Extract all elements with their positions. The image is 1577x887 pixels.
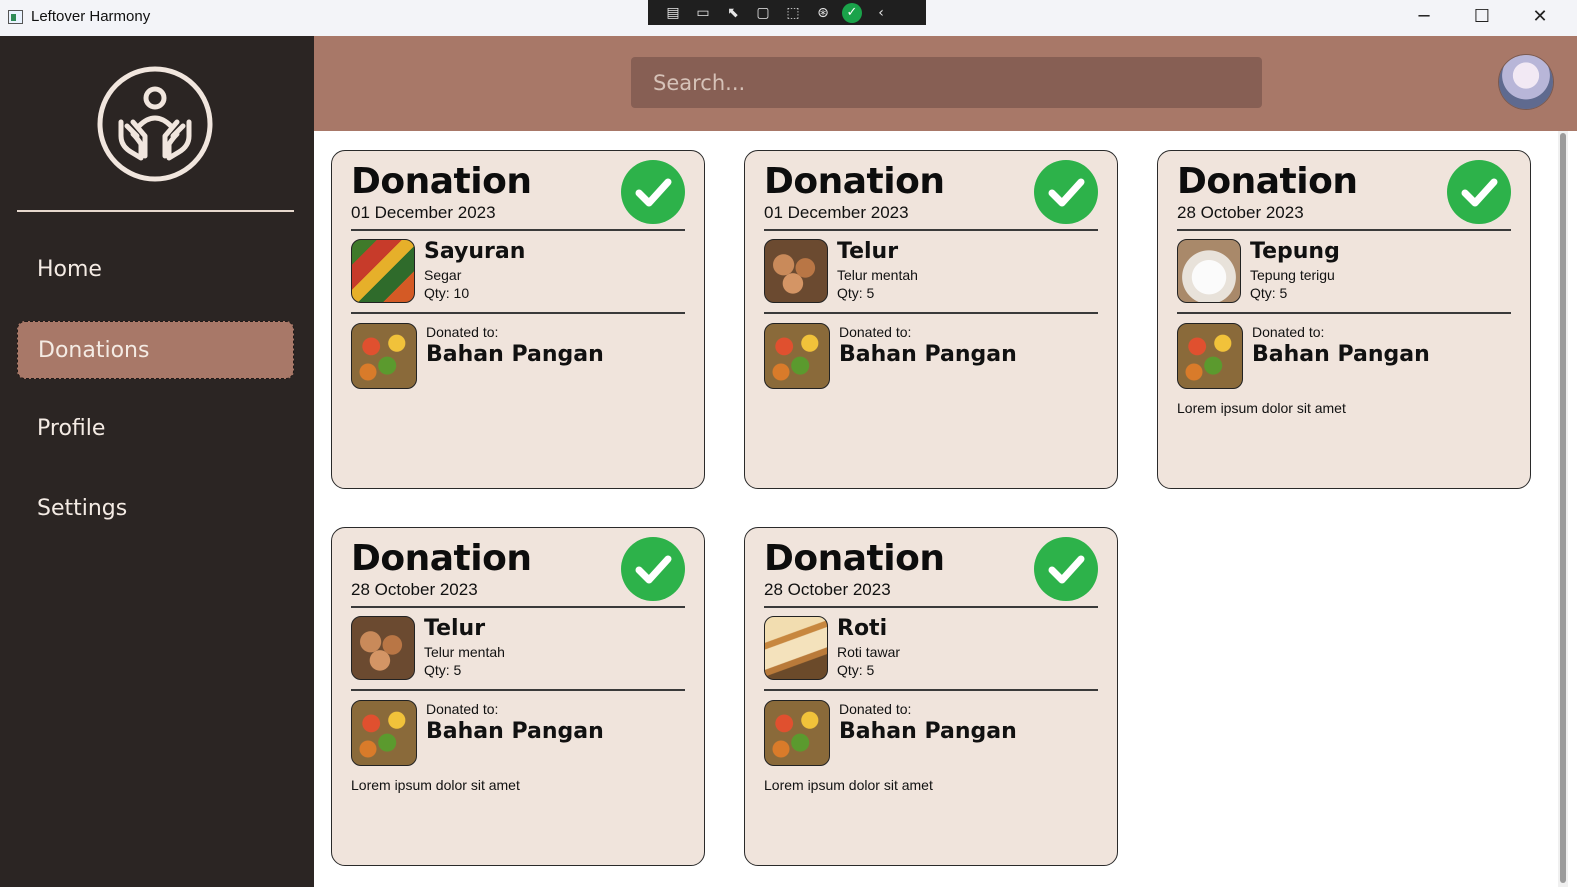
donations-grid: Donation 01 December 2023 Sayuran Segar … — [314, 131, 1577, 887]
donation-card-2[interactable]: Donation 01 December 2023 Telur Telur me… — [744, 150, 1118, 489]
sidebar-item-donations[interactable]: Donations — [17, 321, 294, 379]
card-title: Donation — [351, 538, 532, 579]
item-quantity: Qty: 10 — [424, 285, 470, 301]
card-divider — [1177, 229, 1511, 231]
card-title: Donation — [1177, 161, 1358, 202]
item-name: Roti — [837, 616, 888, 641]
check-circle-icon — [1034, 537, 1098, 601]
recipient-name: Bahan Pangan — [839, 342, 1017, 367]
recipient-image — [764, 323, 830, 389]
donation-card-4[interactable]: Donation 28 October 2023 Telur Telur men… — [331, 527, 705, 866]
hands-holding-person-icon — [97, 66, 213, 182]
donated-to-label: Donated to: — [426, 701, 499, 717]
donation-date: 01 December 2023 — [351, 203, 496, 222]
record-icon[interactable]: ▭ — [692, 4, 714, 22]
item-quantity: Qty: 5 — [837, 285, 875, 301]
donation-card-3[interactable]: Donation 28 October 2023 Tepung Tepung t… — [1157, 150, 1531, 489]
donation-card-1[interactable]: Donation 01 December 2023 Sayuran Segar … — [331, 150, 705, 489]
item-image — [1177, 239, 1241, 303]
hot-reload-icon[interactable]: ⊛ — [812, 4, 834, 22]
sidebar-divider — [17, 210, 294, 212]
recipient-name: Bahan Pangan — [839, 719, 1017, 744]
item-name: Sayuran — [424, 239, 526, 264]
check-circle-icon — [621, 537, 685, 601]
search-input[interactable] — [631, 57, 1262, 108]
card-divider — [764, 312, 1098, 314]
top-header — [314, 36, 1577, 131]
recipient-name: Bahan Pangan — [426, 342, 604, 367]
donation-date: 01 December 2023 — [764, 203, 909, 222]
title-bar: Leftover Harmony ▤ ▭ ⬉ ▢ ⬚ ⊛ ✓ ‹ ─ ☐ ✕ — [0, 0, 1577, 37]
recipient-image — [764, 700, 830, 766]
item-image — [351, 616, 415, 680]
item-quantity: Qty: 5 — [1250, 285, 1288, 301]
window-title: Leftover Harmony — [31, 8, 151, 25]
donated-to-label: Donated to: — [426, 324, 499, 340]
donation-date: 28 October 2023 — [1177, 203, 1304, 222]
donation-card-5[interactable]: Donation 28 October 2023 Roti Roti tawar… — [744, 527, 1118, 866]
maximize-button[interactable]: ☐ — [1459, 2, 1505, 32]
check-circle-icon — [621, 160, 685, 224]
item-image — [764, 239, 828, 303]
minimize-button[interactable]: ─ — [1401, 2, 1447, 32]
item-quantity: Qty: 5 — [837, 662, 875, 678]
donation-date: 28 October 2023 — [764, 580, 891, 599]
donated-to-label: Donated to: — [839, 701, 912, 717]
card-divider — [351, 689, 685, 691]
donation-note: Lorem ipsum dolor sit amet — [764, 777, 933, 793]
donation-note: Lorem ipsum dolor sit amet — [1177, 400, 1346, 416]
donation-note: Lorem ipsum dolor sit amet — [351, 777, 520, 793]
sidebar-item-profile[interactable]: Profile — [17, 400, 294, 458]
donated-to-label: Donated to: — [1252, 324, 1325, 340]
card-divider — [764, 606, 1098, 608]
item-description: Telur mentah — [424, 644, 505, 660]
card-title: Donation — [764, 538, 945, 579]
layout-adorner-icon[interactable]: ▢ — [752, 4, 774, 22]
debug-toolbar: ▤ ▭ ⬉ ▢ ⬚ ⊛ ✓ ‹ — [648, 0, 926, 25]
card-divider — [351, 312, 685, 314]
card-divider — [764, 689, 1098, 691]
card-divider — [351, 229, 685, 231]
donation-date: 28 October 2023 — [351, 580, 478, 599]
scrollbar-thumb[interactable] — [1560, 133, 1566, 883]
recipient-image — [351, 323, 417, 389]
track-focus-icon[interactable]: ⬚ — [782, 4, 804, 22]
check-circle-icon — [1034, 160, 1098, 224]
card-divider — [764, 229, 1098, 231]
select-element-icon[interactable]: ⬉ — [722, 4, 744, 22]
item-description: Segar — [424, 267, 462, 283]
live-tree-icon[interactable]: ▤ — [662, 4, 684, 22]
recipient-image — [1177, 323, 1243, 389]
binding-ok-icon[interactable]: ✓ — [842, 2, 862, 23]
item-image — [764, 616, 828, 680]
card-title: Donation — [764, 161, 945, 202]
item-description: Telur mentah — [837, 267, 918, 283]
item-name: Telur — [424, 616, 486, 641]
item-description: Roti tawar — [837, 644, 901, 660]
donated-to-label: Donated to: — [839, 324, 912, 340]
recipient-name: Bahan Pangan — [1252, 342, 1430, 367]
vertical-scrollbar[interactable] — [1558, 131, 1568, 887]
item-description: Tepung terigu — [1250, 267, 1335, 283]
sidebar: Home Donations Profile Settings — [0, 36, 314, 887]
sidebar-item-home[interactable]: Home — [17, 241, 294, 299]
card-divider — [351, 606, 685, 608]
item-quantity: Qty: 5 — [424, 662, 462, 678]
check-circle-icon — [1447, 160, 1511, 224]
card-divider — [1177, 312, 1511, 314]
item-name: Tepung — [1250, 239, 1340, 264]
sidebar-item-settings[interactable]: Settings — [17, 480, 294, 538]
avatar[interactable] — [1499, 55, 1553, 109]
card-title: Donation — [351, 161, 532, 202]
recipient-image — [351, 700, 417, 766]
item-name: Telur — [837, 239, 899, 264]
recipient-name: Bahan Pangan — [426, 719, 604, 744]
app-icon — [8, 10, 23, 24]
collapse-toolbar-icon[interactable]: ‹ — [870, 4, 892, 22]
item-image — [351, 239, 415, 303]
close-button[interactable]: ✕ — [1517, 2, 1563, 32]
